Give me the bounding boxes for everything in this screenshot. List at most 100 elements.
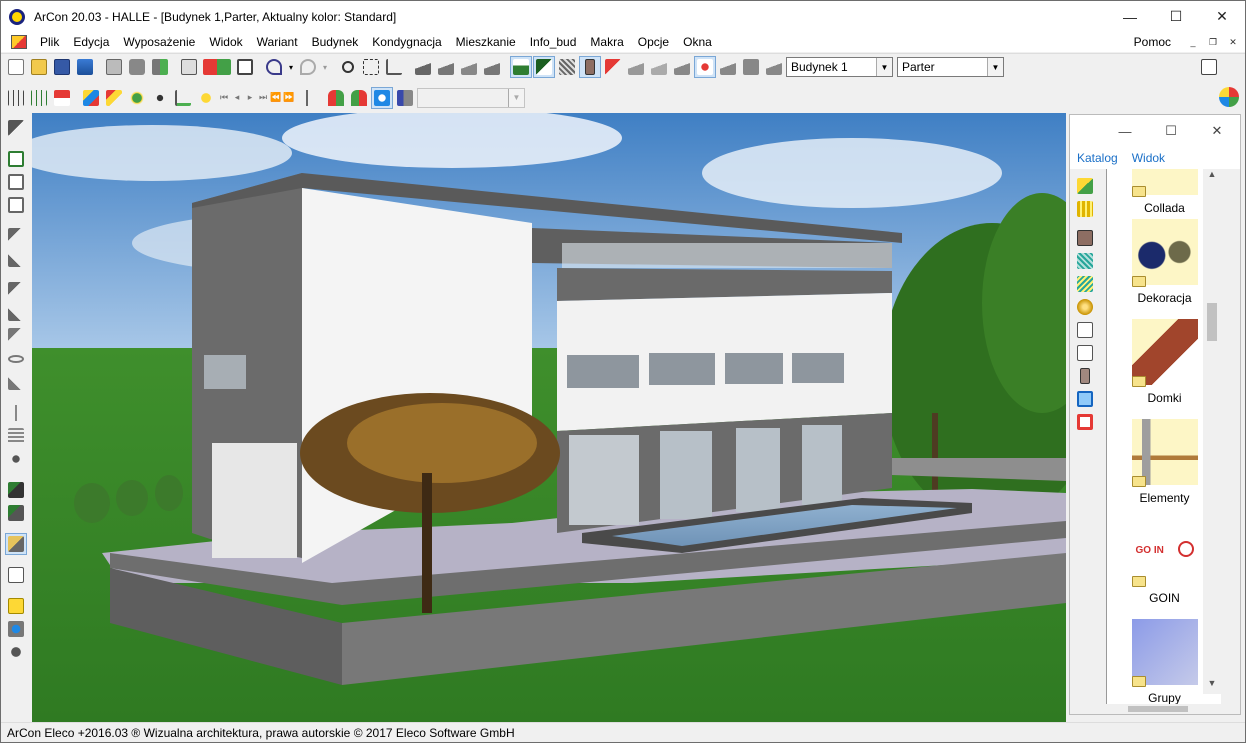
menu-opcje[interactable]: Opcje <box>631 32 676 52</box>
redo-dropdown-button[interactable]: ▾ <box>320 56 330 78</box>
camera-path-button[interactable] <box>296 87 318 109</box>
design-plan-button[interactable] <box>5 87 27 109</box>
mdi-restore-button[interactable]: ❐ <box>1205 35 1221 49</box>
color-wheel-icon[interactable] <box>1219 87 1239 107</box>
ground-button[interactable] <box>533 56 555 78</box>
zoom-window-button[interactable] <box>5 148 27 170</box>
persons-button[interactable] <box>325 87 347 109</box>
catalog-tool-pattern[interactable] <box>1074 250 1096 272</box>
menu-budynek[interactable]: Budynek <box>305 32 366 52</box>
document-icon[interactable] <box>11 35 27 49</box>
scroll-up-icon[interactable]: ▲ <box>1203 169 1221 185</box>
catalog-menu-katalog[interactable]: Katalog <box>1070 151 1125 165</box>
menu-info-bud[interactable]: Info_bud <box>523 32 584 52</box>
menu-wariant[interactable]: Wariant <box>250 32 305 52</box>
paint-brush-button[interactable] <box>5 479 27 501</box>
zoom-button[interactable] <box>337 56 359 78</box>
new-file-button[interactable] <box>5 56 27 78</box>
plan-green-button[interactable] <box>28 87 50 109</box>
catalog-scrollbar[interactable]: ▲ ▼ <box>1203 169 1221 694</box>
arcon-app-icon[interactable] <box>9 8 25 25</box>
select-pointer-button[interactable] <box>5 117 27 139</box>
slab-tool-button[interactable] <box>481 56 503 78</box>
3d-viewport[interactable] <box>32 113 1066 723</box>
hatch-button[interactable] <box>556 56 578 78</box>
zoom-fit-button[interactable] <box>360 56 382 78</box>
anim-back-button[interactable]: ◂ <box>231 87 243 109</box>
print-button[interactable] <box>103 56 125 78</box>
design-mode-button[interactable] <box>178 56 200 78</box>
menu-plik[interactable]: Plik <box>33 32 66 52</box>
terrain-button[interactable] <box>510 56 532 78</box>
catalog-tool-sphere[interactable] <box>1074 296 1096 318</box>
layers-button[interactable] <box>5 425 27 447</box>
wall-tool-button[interactable] <box>458 56 480 78</box>
catalog-tool-objects[interactable] <box>1074 175 1096 197</box>
scroll-down-icon[interactable]: ▼ <box>1203 678 1221 694</box>
menu-wyposazenie[interactable]: Wyposażenie <box>116 32 202 52</box>
mdi-close-button[interactable]: ✕ <box>1225 35 1241 49</box>
box-tool-button[interactable] <box>740 56 762 78</box>
export-button[interactable] <box>149 56 171 78</box>
ramp-tool-button[interactable] <box>763 56 785 78</box>
scale-button[interactable] <box>5 371 27 393</box>
camera-button[interactable] <box>126 56 148 78</box>
walk-button[interactable] <box>149 87 171 109</box>
sun-button[interactable] <box>195 87 217 109</box>
menu-widok[interactable]: Widok <box>202 32 249 52</box>
anim-start-button[interactable]: ⏮ <box>218 87 230 109</box>
stairs-tool-button[interactable] <box>412 56 434 78</box>
menu-makra[interactable]: Makra <box>583 32 630 52</box>
minimize-button[interactable]: — <box>1107 1 1153 32</box>
anim-fastforward-button[interactable]: ⏩ <box>283 87 295 109</box>
undo-dropdown-button[interactable]: ▾ <box>286 56 296 78</box>
catalog-list[interactable]: Collada Dekoracja Domki Elementy GO IN G… <box>1106 169 1221 704</box>
catalog-tool-html[interactable] <box>1074 319 1096 341</box>
pan-button[interactable] <box>5 325 27 347</box>
maximize-button[interactable]: ☐ <box>1153 1 1199 32</box>
scroll-thumb[interactable] <box>1207 303 1217 341</box>
redo-button[interactable] <box>297 56 319 78</box>
anim-rewind-button[interactable]: ⏪ <box>270 87 282 109</box>
help-book-button[interactable] <box>1198 56 1220 78</box>
surface-button[interactable] <box>625 56 647 78</box>
undo-button[interactable] <box>263 56 285 78</box>
navigate-button[interactable] <box>371 86 393 109</box>
window-tile-button[interactable] <box>234 56 256 78</box>
mdi-minimize-button[interactable]: _ <box>1185 35 1201 49</box>
lamp-button[interactable] <box>126 87 148 109</box>
measure-button[interactable] <box>383 56 405 78</box>
house-button[interactable] <box>51 87 73 109</box>
menu-kondygnacja[interactable]: Kondygnacja <box>365 32 448 52</box>
light-button[interactable] <box>694 56 716 78</box>
shadow-button[interactable] <box>717 56 739 78</box>
catalog-minimize-button[interactable]: — <box>1102 124 1148 139</box>
menu-okna[interactable]: Okna <box>676 32 719 52</box>
roof-tool-button[interactable] <box>435 56 457 78</box>
paint-button[interactable] <box>602 56 624 78</box>
door-tool-button[interactable] <box>579 56 601 78</box>
catalog-tool-grid[interactable] <box>1074 198 1096 220</box>
menu-mieszkanie[interactable]: Mieszkanie <box>449 32 523 52</box>
catalog-tool-window[interactable] <box>1074 388 1096 410</box>
mode-switch-button[interactable] <box>201 56 233 78</box>
group-button[interactable] <box>5 641 27 663</box>
perspective-button[interactable] <box>5 402 27 424</box>
sun-height-button[interactable] <box>172 87 194 109</box>
tilt-down-button[interactable] <box>5 302 27 324</box>
catalog-maximize-button[interactable]: ☐ <box>1148 123 1194 139</box>
rotate-right-button[interactable] <box>5 248 27 270</box>
floor-select[interactable]: Parter ▼ <box>897 57 1004 77</box>
hscroll-thumb[interactable] <box>1128 706 1188 712</box>
close-button[interactable]: ✕ <box>1199 1 1245 32</box>
zoom-in-button[interactable] <box>5 171 27 193</box>
rotate-left-button[interactable] <box>5 225 27 247</box>
persons-move-button[interactable] <box>348 87 370 109</box>
anim-end-button[interactable]: ⏭ <box>257 87 269 109</box>
column-tool-button[interactable] <box>671 56 693 78</box>
o2c-button[interactable] <box>5 564 27 586</box>
orbit-button[interactable] <box>5 348 27 370</box>
object-settings-button[interactable] <box>5 618 27 640</box>
text-tool-button[interactable] <box>648 56 670 78</box>
building-select[interactable]: Budynek 1 ▼ <box>786 57 893 77</box>
